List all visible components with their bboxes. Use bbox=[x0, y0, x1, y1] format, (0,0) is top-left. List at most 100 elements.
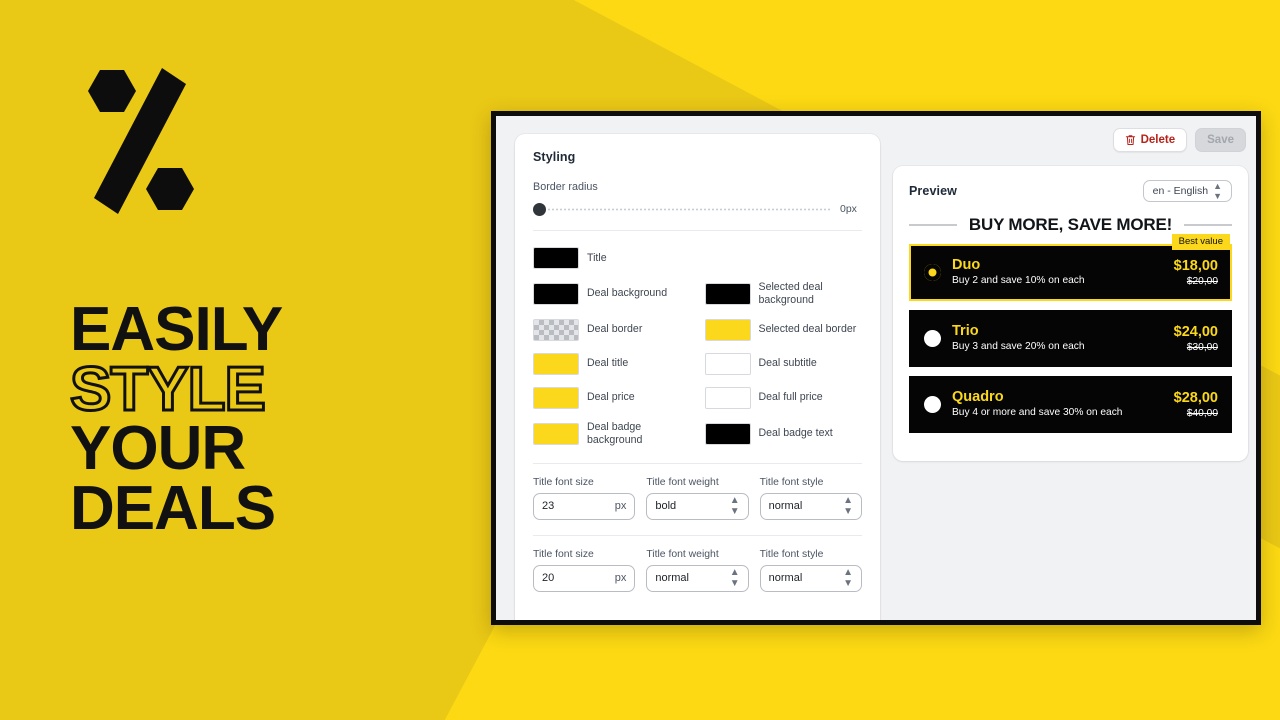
deal-card-duo[interactable]: Best value Duo Buy 2 and save 10% on eac… bbox=[909, 234, 1232, 301]
deal-title-trio: Trio bbox=[952, 323, 979, 339]
swatch-row-title[interactable]: Title bbox=[533, 247, 862, 269]
swatch-row-deal-title[interactable]: Deal title bbox=[533, 352, 691, 375]
title-font-weight-label-1: Title font weight bbox=[646, 476, 719, 488]
slider-knob[interactable] bbox=[533, 202, 546, 216]
swatch-label-deal-subtitle: Deal subtitle bbox=[758, 357, 817, 370]
color-swatch-deal-full-price[interactable] bbox=[704, 386, 751, 409]
color-swatch-deal-badge-background[interactable] bbox=[533, 422, 579, 445]
deal-price-trio: $24,00 bbox=[1173, 324, 1218, 341]
headline-line-4: DEALS bbox=[70, 473, 276, 543]
title-font-size-label-1: Title font size bbox=[533, 476, 594, 488]
deal-title-quadro: Quadro bbox=[952, 389, 1004, 405]
deal-radio-duo[interactable] bbox=[924, 264, 941, 281]
deal-prices-duo: $18,00 $20,00 bbox=[1174, 258, 1218, 286]
deal-full-price-trio: $30,00 bbox=[1186, 341, 1218, 353]
swatch-row-selected-deal-background[interactable]: Selected deal background bbox=[704, 281, 863, 307]
title-font-style-select-1[interactable]: normal ▲ ▼ bbox=[759, 492, 862, 520]
slider-track[interactable] bbox=[547, 207, 830, 211]
title-font-size-value-1: 23 bbox=[542, 500, 555, 513]
title-font-weight-label-2: Title font weight bbox=[646, 548, 719, 560]
title-font-style-value-2: normal bbox=[768, 572, 803, 585]
swatch-label-deal-full-price: Deal full price bbox=[758, 391, 823, 404]
title-font-weight-field-2: Title font weight normal ▲ ▼ bbox=[646, 548, 749, 592]
deal-title-duo: Duo bbox=[952, 257, 981, 273]
heading-rule-right bbox=[1184, 224, 1233, 226]
font-controls-group-1: Title font size 23 px Title font weight … bbox=[533, 477, 862, 520]
chevron-updown-icon: ▲ ▼ bbox=[1213, 180, 1222, 201]
swatch-label-deal-price: Deal price bbox=[587, 391, 635, 404]
title-font-size-field-1: Title font size 23 px bbox=[533, 476, 636, 520]
deal-radio-trio[interactable] bbox=[924, 330, 941, 347]
app-screenshot-frame: Delete Save Styling Border radius 0px Ti… bbox=[491, 111, 1261, 625]
color-swatch-selected-deal-background[interactable] bbox=[704, 282, 751, 305]
delete-button[interactable]: Delete bbox=[1112, 128, 1188, 152]
title-font-weight-value-1: bold bbox=[655, 500, 677, 513]
deal-price-quadro: $28,00 bbox=[1173, 390, 1218, 407]
preview-card: Preview en - English ▲ ▼ BUY MORE, SAVE M… bbox=[893, 166, 1248, 461]
headline-line-3: YOUR bbox=[70, 414, 246, 484]
border-radius-slider[interactable] bbox=[533, 202, 830, 216]
title-font-weight-select-1[interactable]: bold ▲ ▼ bbox=[646, 492, 749, 520]
chevron-updown-icon: ▲ ▼ bbox=[843, 566, 853, 589]
title-font-size-input-1[interactable]: 23 px bbox=[533, 492, 636, 520]
swatch-row-deal-full-price[interactable]: Deal full price bbox=[704, 386, 863, 409]
font-controls-group-2: Title font size 20 px Title font weight … bbox=[533, 549, 862, 592]
swatch-label-title: Title bbox=[587, 251, 607, 264]
promo-stage: EASILY STYLE YOUR DEALS Delete Save Styl… bbox=[0, 0, 1280, 720]
deal-list: Best value Duo Buy 2 and save 10% on eac… bbox=[909, 234, 1232, 433]
divider-mid bbox=[533, 462, 862, 464]
title-font-style-select-2[interactable]: normal ▲ ▼ bbox=[759, 564, 862, 592]
deal-full-price-quadro: $40,00 bbox=[1186, 407, 1218, 419]
save-button-label: Save bbox=[1207, 134, 1234, 146]
swatch-row-deal-background[interactable]: Deal background bbox=[533, 281, 691, 307]
swatch-row-deal-badge-background[interactable]: Deal badge background bbox=[533, 421, 691, 447]
title-font-weight-field-1: Title font weight bold ▲ ▼ bbox=[646, 476, 749, 520]
language-select[interactable]: en - English ▲ ▼ bbox=[1142, 180, 1232, 202]
title-font-style-value-1: normal bbox=[768, 500, 803, 513]
color-swatch-deal-border[interactable] bbox=[533, 318, 579, 341]
save-button[interactable]: Save bbox=[1195, 128, 1246, 152]
color-swatch-deal-background[interactable] bbox=[533, 282, 579, 305]
color-swatch-deal-subtitle[interactable] bbox=[704, 352, 751, 375]
title-font-size-label-2: Title font size bbox=[533, 548, 594, 560]
swatch-label-deal-badge-background: Deal badge background bbox=[587, 420, 643, 446]
swatch-label-deal-background: Deal background bbox=[587, 287, 668, 300]
swatch-row-deal-subtitle[interactable]: Deal subtitle bbox=[704, 352, 863, 375]
deal-subtitle-duo: Buy 2 and save 10% on each bbox=[952, 275, 1085, 287]
deal-card-quadro[interactable]: Quadro Buy 4 or more and save 30% on eac… bbox=[909, 376, 1232, 433]
color-swatch-deal-title[interactable] bbox=[533, 352, 579, 375]
styling-card-title: Styling bbox=[533, 150, 576, 164]
app-window: Delete Save Styling Border radius 0px Ti… bbox=[496, 116, 1256, 620]
deal-texts-quadro: Quadro Buy 4 or more and save 30% on eac… bbox=[952, 389, 1174, 420]
color-swatch-title[interactable] bbox=[533, 247, 579, 269]
deal-card-trio[interactable]: Trio Buy 3 and save 20% on each $24,00 $… bbox=[909, 310, 1232, 367]
swatch-label-deal-title: Deal title bbox=[587, 357, 629, 370]
deal-radio-quadro[interactable] bbox=[924, 396, 941, 413]
action-bar: Delete Save bbox=[1112, 128, 1246, 152]
promo-headline: EASILY STYLE YOUR DEALS bbox=[69, 299, 450, 543]
title-font-size-field-2: Title font size 20 px bbox=[533, 548, 636, 592]
color-swatch-deal-badge-text[interactable] bbox=[704, 422, 751, 445]
color-swatch-selected-deal-border[interactable] bbox=[704, 318, 751, 341]
title-font-size-suffix-1: px bbox=[614, 500, 627, 513]
title-font-size-input-2[interactable]: 20 px bbox=[533, 564, 636, 592]
deal-prices-quadro: $28,00 $40,00 bbox=[1174, 390, 1218, 418]
title-font-weight-select-2[interactable]: normal ▲ ▼ bbox=[646, 564, 749, 592]
color-swatch-grid: Title Deal background Selected deal back… bbox=[533, 247, 862, 447]
swatch-label-selected-deal-background: Selected deal background bbox=[758, 281, 823, 306]
deal-subtitle-trio: Buy 3 and save 20% on each bbox=[952, 341, 1085, 353]
delete-button-label: Delete bbox=[1140, 134, 1176, 146]
promo-panel: EASILY STYLE YOUR DEALS bbox=[0, 0, 470, 720]
swatch-row-deal-price[interactable]: Deal price bbox=[533, 386, 691, 409]
swatch-row-deal-border[interactable]: Deal border bbox=[533, 318, 691, 341]
deal-price-duo: $18,00 bbox=[1173, 258, 1218, 275]
swatch-row-selected-deal-border[interactable]: Selected deal border bbox=[704, 318, 863, 341]
color-swatch-deal-price[interactable] bbox=[533, 386, 579, 409]
swatch-label-deal-border: Deal border bbox=[587, 323, 643, 336]
swatch-row-deal-badge-text[interactable]: Deal badge text bbox=[704, 421, 863, 447]
title-font-weight-value-2: normal bbox=[655, 572, 689, 585]
divider-top bbox=[533, 230, 862, 231]
deal-heading: BUY MORE, SAVE MORE! bbox=[909, 215, 1233, 235]
trash-icon bbox=[1125, 135, 1135, 145]
border-radius-value: 0px bbox=[840, 203, 857, 215]
